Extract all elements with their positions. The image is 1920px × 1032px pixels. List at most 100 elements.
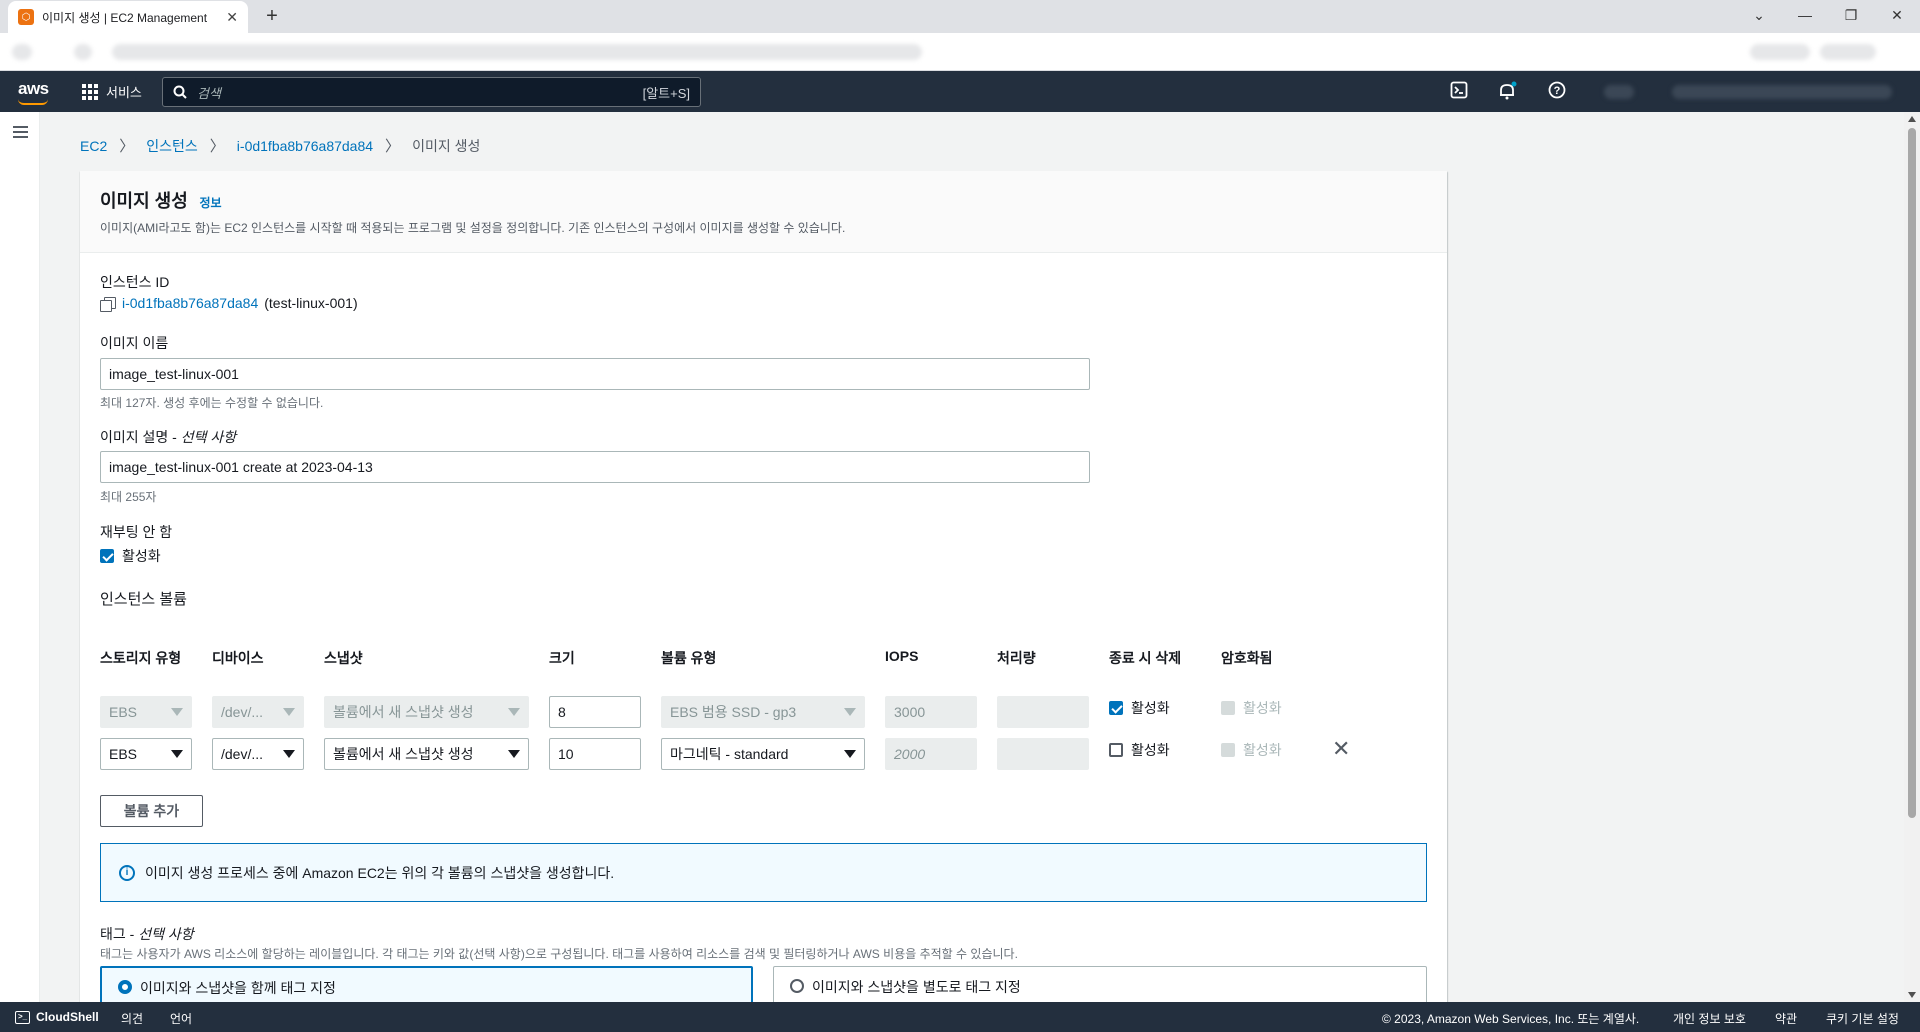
iops-input: 2000 bbox=[885, 738, 977, 770]
storage-type-select[interactable]: EBS bbox=[100, 738, 192, 770]
snapshot-value: 볼륨에서 새 스냅샷 생성 bbox=[333, 704, 474, 720]
chevron-right-icon: 〉 bbox=[385, 138, 401, 155]
services-label: 서비스 bbox=[106, 85, 142, 100]
checkbox-checked-icon[interactable] bbox=[100, 549, 114, 563]
aws-logo[interactable]: aws bbox=[18, 79, 49, 105]
browser-tab[interactable]: ⬡ 이미지 생성 | EC2 Management ✕ bbox=[8, 1, 248, 33]
encrypted-checkbox: 활성화 bbox=[1221, 698, 1282, 718]
checkbox-checked-icon[interactable] bbox=[1109, 701, 1123, 715]
panel-header: 이미지 생성 정보 이미지(AMI라고도 함)는 EC2 인스턴스를 시작할 때… bbox=[80, 171, 1447, 253]
home-icon[interactable] bbox=[74, 44, 92, 60]
info-link[interactable]: 정보 bbox=[199, 196, 221, 210]
aws-favicon-icon: ⬡ bbox=[18, 9, 34, 25]
feedback-link[interactable]: 의견 bbox=[121, 1010, 143, 1027]
no-reboot-enable-label: 활성화 bbox=[122, 548, 161, 564]
checkbox-unchecked-icon[interactable] bbox=[1109, 743, 1123, 757]
breadcrumb-ec2[interactable]: EC2 bbox=[80, 138, 107, 154]
terminal-icon: >_ bbox=[15, 1010, 30, 1024]
scroll-thumb[interactable] bbox=[1908, 128, 1916, 818]
no-reboot-checkbox[interactable]: 활성화 bbox=[100, 546, 161, 566]
remove-volume-icon[interactable]: ✕ bbox=[1332, 738, 1350, 760]
radio-unselected-icon[interactable] bbox=[790, 979, 804, 993]
image-description-label-text: 이미지 설명 - bbox=[100, 429, 181, 445]
terms-link[interactable]: 약관 bbox=[1775, 1010, 1797, 1027]
add-volume-button[interactable]: 볼륨 추가 bbox=[100, 795, 203, 827]
size-input[interactable]: 8 bbox=[549, 696, 641, 728]
throughput-input bbox=[997, 738, 1089, 770]
col-encrypted: 암호화됨 bbox=[1221, 650, 1273, 666]
tag-together-option[interactable]: 이미지와 스냅샷을 함께 태그 지정 bbox=[100, 966, 753, 1006]
copy-icon[interactable] bbox=[100, 297, 116, 312]
notifications-bell-icon[interactable] bbox=[1496, 81, 1518, 103]
breadcrumb-instance-id[interactable]: i-0d1fba8b76a87da84 bbox=[237, 138, 373, 154]
back-icon[interactable] bbox=[12, 44, 32, 60]
image-description-hint: 최대 255자 bbox=[100, 490, 157, 504]
privacy-link[interactable]: 개인 정보 보호 bbox=[1673, 1010, 1746, 1027]
image-description-input[interactable]: image_test-linux-001 create at 2023-04-1… bbox=[100, 451, 1090, 483]
page-scrollbar[interactable] bbox=[1904, 112, 1920, 1002]
optional-label: 선택 사항 bbox=[180, 429, 237, 445]
caret-down-icon bbox=[171, 708, 183, 716]
encrypted-label: 활성화 bbox=[1243, 742, 1282, 758]
close-tab-icon[interactable]: ✕ bbox=[226, 9, 238, 26]
restore-button[interactable]: ❐ bbox=[1828, 0, 1874, 30]
copyright-text: © 2023, Amazon Web Services, Inc. 또는 계열사… bbox=[1382, 1012, 1640, 1026]
radio-selected-icon[interactable] bbox=[118, 980, 132, 994]
grid-icon bbox=[82, 83, 98, 100]
cloudshell-button[interactable]: >_ CloudShell bbox=[15, 1010, 99, 1024]
col-device: 디바이스 bbox=[212, 650, 264, 666]
search-shortcut: [알트+S] bbox=[642, 85, 690, 101]
optional-label: 선택 사항 bbox=[138, 926, 194, 942]
chevron-down-icon[interactable]: ⌄ bbox=[1736, 0, 1782, 30]
snapshot-info-alert: i 이미지 생성 프로세스 중에 Amazon EC2는 위의 각 볼륨의 스냅… bbox=[100, 843, 1427, 902]
cookie-preferences-link[interactable]: 쿠키 기본 설정 bbox=[1826, 1010, 1899, 1027]
tag-together-label: 이미지와 스냅샷을 함께 태그 지정 bbox=[140, 980, 336, 996]
menu-hamburger-icon[interactable] bbox=[13, 126, 28, 138]
search-placeholder: 검색 bbox=[197, 85, 221, 101]
volume-type-select[interactable]: 마그네틱 - standard bbox=[661, 738, 865, 770]
help-icon[interactable]: ? bbox=[1546, 81, 1568, 103]
scroll-up-icon[interactable] bbox=[1908, 116, 1916, 122]
page-description: 이미지(AMI라고도 함)는 EC2 인스턴스를 시작할 때 적용되는 프로그램… bbox=[100, 221, 846, 235]
col-volume-type: 볼륨 유형 bbox=[661, 650, 717, 666]
alert-text: 이미지 생성 프로세스 중에 Amazon EC2는 위의 각 볼륨의 스냅샷을… bbox=[145, 864, 615, 881]
device-select[interactable]: /dev/... bbox=[212, 738, 304, 770]
caret-down-icon bbox=[283, 708, 295, 716]
aws-smile-icon bbox=[18, 99, 48, 105]
snapshot-select[interactable]: 볼륨에서 새 스냅샷 생성 bbox=[324, 738, 529, 770]
account-menu[interactable] bbox=[1672, 85, 1892, 99]
tab-title: 이미지 생성 | EC2 Management bbox=[42, 10, 208, 25]
address-bar[interactable] bbox=[0, 33, 1920, 71]
image-name-hint: 최대 127자. 생성 후에는 수정할 수 없습니다. bbox=[100, 396, 324, 410]
profile-icon[interactable] bbox=[1820, 44, 1876, 60]
aws-top-nav: aws 서비스 검색 [알트+S] ? bbox=[0, 71, 1920, 112]
new-tab-button[interactable]: + bbox=[260, 4, 284, 28]
caret-down-icon bbox=[171, 750, 183, 758]
cloudshell-icon[interactable] bbox=[1448, 81, 1470, 103]
chevron-right-icon: 〉 bbox=[209, 138, 225, 155]
image-name-input[interactable]: image_test-linux-001 bbox=[100, 358, 1090, 390]
storage-type-select: EBS bbox=[100, 696, 192, 728]
scroll-down-icon[interactable] bbox=[1908, 992, 1916, 998]
instance-name: (test-linux-001) bbox=[264, 295, 358, 311]
services-button[interactable]: 서비스 bbox=[82, 82, 142, 101]
extensions-icon[interactable] bbox=[1750, 44, 1810, 60]
language-link[interactable]: 언어 bbox=[170, 1010, 192, 1027]
search-input[interactable]: 검색 [알트+S] bbox=[162, 77, 701, 107]
minimize-button[interactable]: — bbox=[1782, 0, 1828, 30]
side-navigation-rail bbox=[0, 112, 40, 1002]
caret-down-icon bbox=[844, 708, 856, 716]
close-window-button[interactable]: ✕ bbox=[1874, 0, 1920, 30]
size-input[interactable]: 10 bbox=[549, 738, 641, 770]
console-footer: >_ CloudShell 의견 언어 © 2023, Amazon Web S… bbox=[0, 1002, 1920, 1032]
encrypted-checkbox: 활성화 bbox=[1221, 740, 1282, 760]
delete-on-termination-checkbox[interactable]: 활성화 bbox=[1109, 740, 1170, 760]
breadcrumb-current: 이미지 생성 bbox=[412, 137, 481, 154]
encrypted-label: 활성화 bbox=[1243, 700, 1282, 716]
region-selector[interactable] bbox=[1604, 85, 1634, 99]
instance-id-link[interactable]: i-0d1fba8b76a87da84 bbox=[122, 295, 258, 311]
url-field[interactable] bbox=[112, 44, 922, 60]
tag-separate-option[interactable]: 이미지와 스냅샷을 별도로 태그 지정 bbox=[773, 966, 1427, 1006]
breadcrumb-instances[interactable]: 인스턴스 bbox=[146, 136, 198, 156]
delete-on-termination-checkbox[interactable]: 활성화 bbox=[1109, 698, 1170, 718]
